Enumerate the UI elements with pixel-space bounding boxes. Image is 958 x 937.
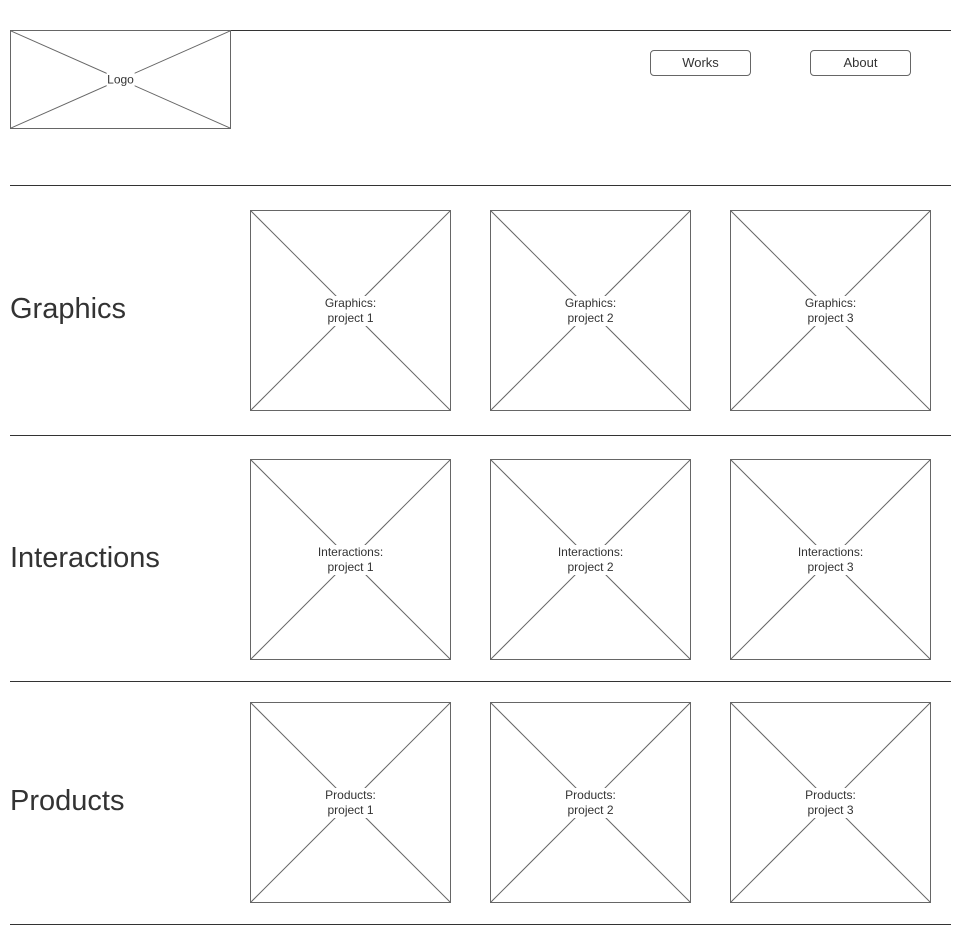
logo-label: Logo <box>106 72 135 87</box>
project-category: Graphics: <box>564 295 617 310</box>
project-name: project 2 <box>567 559 614 574</box>
project-card-products-3[interactable]: Products: project 3 <box>730 702 931 903</box>
project-category: Interactions: <box>557 544 624 559</box>
project-name: project 2 <box>567 802 614 817</box>
section-divider <box>10 435 951 436</box>
project-card-interactions-1[interactable]: Interactions: project 1 <box>250 459 451 660</box>
project-name: project 1 <box>327 310 374 325</box>
logo[interactable]: Logo <box>10 30 231 129</box>
project-category: Products: <box>805 787 856 802</box>
project-category: Products: <box>565 787 616 802</box>
project-card-products-2[interactable]: Products: project 2 <box>490 702 691 903</box>
project-category: Interactions: <box>797 544 864 559</box>
project-card-interactions-2[interactable]: Interactions: project 2 <box>490 459 691 660</box>
project-name: project 3 <box>807 310 854 325</box>
project-card-label: Products: project 1 <box>324 787 377 818</box>
project-category: Products: <box>325 787 376 802</box>
header-top-border <box>231 30 951 31</box>
project-category: Graphics: <box>804 295 857 310</box>
project-card-label: Products: project 2 <box>564 787 617 818</box>
about-nav-button[interactable]: About <box>810 50 911 76</box>
project-card-label: Interactions: project 3 <box>796 544 865 575</box>
project-card-graphics-2[interactable]: Graphics: project 2 <box>490 210 691 411</box>
project-category: Interactions: <box>317 544 384 559</box>
project-name: project 1 <box>327 802 374 817</box>
project-name: project 3 <box>807 802 854 817</box>
project-card-label: Interactions: project 1 <box>316 544 385 575</box>
section-title-graphics: Graphics <box>10 293 127 325</box>
project-card-interactions-3[interactable]: Interactions: project 3 <box>730 459 931 660</box>
project-card-graphics-3[interactable]: Graphics: project 3 <box>730 210 931 411</box>
project-card-products-1[interactable]: Products: project 1 <box>250 702 451 903</box>
project-card-label: Products: project 3 <box>804 787 857 818</box>
works-nav-button[interactable]: Works <box>650 50 751 76</box>
footer-divider <box>10 924 951 925</box>
project-card-label: Graphics: project 1 <box>323 295 378 326</box>
project-name: project 1 <box>327 559 374 574</box>
project-card-graphics-1[interactable]: Graphics: project 1 <box>250 210 451 411</box>
project-category: Graphics: <box>324 295 377 310</box>
section-title-interactions: Interactions <box>10 542 160 574</box>
section-title-products: Products <box>10 785 125 817</box>
header-divider <box>10 185 951 186</box>
project-card-label: Graphics: project 3 <box>803 295 858 326</box>
project-card-label: Graphics: project 2 <box>563 295 618 326</box>
project-name: project 2 <box>567 310 614 325</box>
project-name: project 3 <box>807 559 854 574</box>
section-divider <box>10 681 951 682</box>
project-card-label: Interactions: project 2 <box>556 544 625 575</box>
